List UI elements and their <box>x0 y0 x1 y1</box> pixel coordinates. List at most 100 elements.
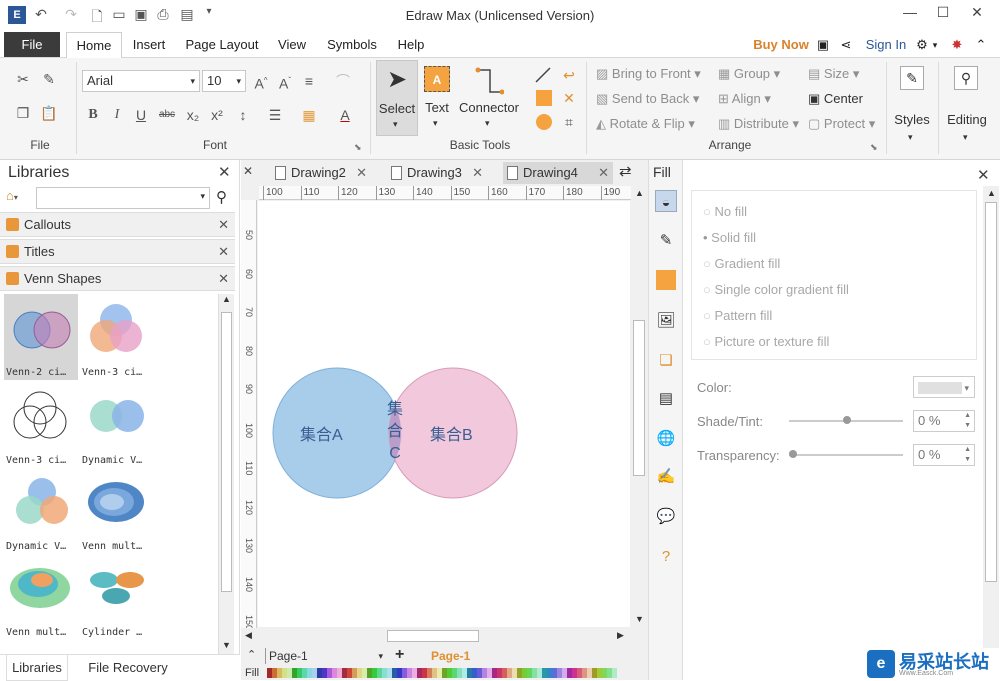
font-size-select[interactable]: 10 ▾ <box>202 70 246 92</box>
transparency-slider[interactable] <box>789 450 903 458</box>
solid-fill-option[interactable]: • Solid fill <box>703 230 756 245</box>
tab-page-layout[interactable]: Page Layout <box>182 32 262 58</box>
scroll-up-icon[interactable]: ▲ <box>635 188 644 198</box>
shape-venn-multilevel-1[interactable]: Venn mult… <box>80 468 154 554</box>
library-section-callouts[interactable]: Callouts ✕ <box>0 212 235 237</box>
close-tab-icon[interactable]: ✕ <box>472 162 483 184</box>
line-tool-icon[interactable] <box>534 66 552 84</box>
cut-icon[interactable]: ✂ <box>14 70 32 88</box>
color-picker[interactable]: ▾ <box>913 376 975 398</box>
size-button[interactable]: ▤ Size ▾ <box>808 66 878 82</box>
send-to-back-button[interactable]: ▧ Send to Back ▾ <box>596 91 716 107</box>
color-palette[interactable] <box>267 668 619 678</box>
cross-tool-icon[interactable]: ✕ <box>560 89 578 107</box>
arrange-dialog-launcher-icon[interactable]: ⬊ <box>870 142 878 153</box>
styles-button[interactable]: ✎ Styles ▾ <box>892 62 932 142</box>
bring-to-front-button[interactable]: ▨ Bring to Front ▾ <box>596 66 716 82</box>
page-nav-icon[interactable]: ⌃ <box>247 648 256 661</box>
bold-icon[interactable]: B <box>84 106 102 124</box>
canvas-vertical-scrollbar[interactable]: ▲ ▼ <box>631 186 647 628</box>
ellipse-tool-icon[interactable] <box>536 114 552 130</box>
tab-view[interactable]: View <box>272 32 312 58</box>
image-icon[interactable]: 🖼 <box>655 310 677 332</box>
transparency-slider-thumb[interactable] <box>789 450 797 458</box>
settings-dropdown-icon[interactable]: ▾ <box>930 32 940 58</box>
shrink-font-icon[interactable]: Aˇ <box>276 72 294 92</box>
paste-icon[interactable]: 📋 <box>40 104 58 122</box>
editing-button[interactable]: ⚲ Editing ▾ <box>942 62 992 142</box>
close-section-icon[interactable]: ✕ <box>218 213 229 237</box>
rectangle-tool-icon[interactable] <box>536 90 552 106</box>
align-text-icon[interactable]: ≡ <box>300 72 318 90</box>
font-dialog-launcher-icon[interactable]: ⬊ <box>354 142 362 153</box>
settings-gear-icon[interactable]: ⚙ <box>914 32 930 58</box>
connector-tool-button[interactable]: Connector ▾ <box>458 60 520 136</box>
font-family-select[interactable]: Arial ▾ <box>82 70 200 92</box>
center-button[interactable]: ▣ Center <box>808 91 878 107</box>
hyperlink-globe-icon[interactable]: 🌐 <box>655 428 677 450</box>
minimize-icon[interactable]: — <box>895 4 925 24</box>
shade-slider-thumb[interactable] <box>843 416 851 424</box>
transparency-input[interactable]: 0 % ▲ ▼ <box>913 444 975 466</box>
home-icon[interactable]: ⌂▾ <box>6 188 18 203</box>
page-properties-icon[interactable]: ▤ <box>655 388 677 410</box>
close-tab-icon[interactable]: ✕ <box>356 162 367 184</box>
buy-now-link[interactable]: Buy Now <box>750 32 812 58</box>
shape-venn-3-circle-outline[interactable]: Venn-3 ci… <box>4 382 78 468</box>
shape-dynamic-venn-1[interactable]: Dynamic V… <box>80 382 154 468</box>
scroll-thumb[interactable] <box>221 312 232 592</box>
comment-icon[interactable]: 💬 <box>655 506 677 528</box>
close-window-icon[interactable]: ✕ <box>962 4 992 24</box>
close-tab-icon[interactable]: ✕ <box>598 162 609 184</box>
tab-scroll-arrows-icon[interactable]: ⇄ <box>619 162 632 180</box>
doc-tab-drawing2[interactable]: Drawing2 ✕ <box>271 162 371 184</box>
group-button[interactable]: ▦ Group ▾ <box>718 66 798 82</box>
color-swatch[interactable] <box>612 668 617 678</box>
rotate-flip-button[interactable]: ◭ Rotate & Flip ▾ <box>596 116 716 132</box>
tab-libraries[interactable]: Libraries <box>6 655 68 681</box>
scroll-thumb[interactable] <box>633 320 645 476</box>
library-search-input[interactable]: ▾ <box>36 187 210 209</box>
tab-home[interactable]: Home <box>66 32 122 59</box>
shade-input[interactable]: 0 % ▲ ▼ <box>913 410 975 432</box>
share-icon[interactable]: ⋖ <box>838 32 854 58</box>
tab-symbols[interactable]: Symbols <box>322 32 382 58</box>
shade-slider[interactable] <box>789 416 903 424</box>
fill-panel-scrollbar[interactable]: ▲ <box>983 186 999 680</box>
protect-button[interactable]: ▢ Protect ▾ <box>808 116 888 132</box>
layers-icon[interactable]: ❏ <box>655 350 677 372</box>
collapse-ribbon-icon[interactable]: ⌃ <box>972 32 990 58</box>
page-tab[interactable]: Page-1 <box>431 649 470 663</box>
theme-icon[interactable]: ✸ <box>948 32 966 58</box>
tab-help[interactable]: Help <box>392 32 430 58</box>
library-scrollbar[interactable]: ▲ ▼ <box>218 294 234 654</box>
license-icon[interactable]: ▣ <box>814 32 832 58</box>
help-icon[interactable]: ? <box>655 546 677 568</box>
highlight-icon[interactable]: ▦ <box>300 106 318 124</box>
arc-tool-icon[interactable]: ↩ <box>560 66 578 84</box>
shape-venn-3-circle[interactable]: Venn-3 ci… <box>80 294 154 380</box>
close-section-icon[interactable]: ✕ <box>218 240 229 264</box>
text-direction-icon[interactable]: ⌒ <box>334 72 352 90</box>
format-painter-icon[interactable]: ✎ <box>40 70 58 88</box>
doc-tab-drawing3[interactable]: Drawing3 ✕ <box>387 162 487 184</box>
text-tool-button[interactable]: A Text ▾ <box>422 60 452 136</box>
library-section-titles[interactable]: Titles ✕ <box>0 239 235 264</box>
add-page-icon[interactable]: + <box>395 646 404 664</box>
distribute-button[interactable]: ▥ Distribute ▾ <box>718 116 804 132</box>
no-fill-option[interactable]: ○ No fill <box>703 204 747 219</box>
scroll-thumb[interactable] <box>387 630 479 642</box>
scroll-right-icon[interactable]: ▶ <box>617 630 624 641</box>
align-button[interactable]: ⊞ Align ▾ <box>718 91 798 107</box>
shape-cylinder[interactable]: Cylinder … <box>80 554 154 640</box>
fill-bucket-icon[interactable]: ◒ <box>655 190 677 212</box>
bullets-icon[interactable]: ☰ <box>266 106 284 124</box>
close-libraries-icon[interactable]: ✕ <box>218 163 231 181</box>
tab-insert[interactable]: Insert <box>126 32 172 58</box>
subscript-icon[interactable]: x₂ <box>184 106 202 124</box>
scroll-thumb[interactable] <box>985 202 997 582</box>
file-menu-button[interactable]: File <box>4 32 60 57</box>
sign-in-link[interactable]: Sign In <box>862 32 910 58</box>
crop-tool-icon[interactable]: ⌗ <box>560 113 578 131</box>
line-spacing-icon[interactable]: ↕ <box>234 106 252 124</box>
